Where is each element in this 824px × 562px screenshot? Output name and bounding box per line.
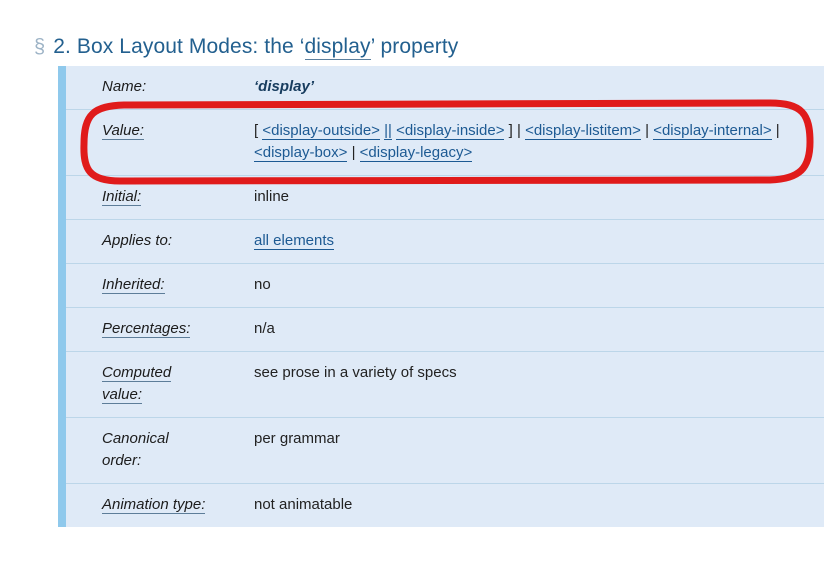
row-label-link[interactable]: Value:: [102, 122, 144, 140]
grammar-link-display-legacy[interactable]: <display-legacy>: [359, 144, 473, 162]
applies-to-link[interactable]: all elements: [254, 232, 335, 250]
heading-open-quote: ‘: [299, 35, 305, 59]
row-label-name: Name:: [66, 66, 212, 110]
grammar-link-display-internal[interactable]: <display-internal>: [653, 122, 772, 140]
grammar-link-display-box[interactable]: <display-box>: [254, 144, 348, 162]
property-definition-rows: Name: ‘display’ Value: [ <display-outsid…: [66, 66, 824, 527]
row-label-initial: Initial:: [66, 175, 212, 220]
page-title: § 2. Box Layout Modes: the ‘display’ prop…: [34, 33, 458, 61]
page-root: § 2. Box Layout Modes: the ‘display’ prop…: [0, 0, 824, 562]
table-row: Canonical order: per grammar: [66, 417, 824, 484]
heading-text-after: property: [374, 35, 459, 59]
row-label-applies-to: Applies to:: [66, 219, 212, 264]
row-label-computed-value: Computed value:: [66, 351, 212, 418]
grammar-combinator-double-bar[interactable]: ||: [384, 122, 392, 140]
row-label-text: Canonical order:: [102, 430, 169, 469]
property-name-value: ‘display’: [254, 78, 315, 95]
row-label-canonical-order: Canonical order:: [66, 417, 212, 484]
section-mark-icon[interactable]: §: [34, 36, 45, 58]
table-row: Name: ‘display’: [66, 66, 824, 110]
row-value-percentages: n/a: [212, 307, 824, 352]
row-label-text: Name:: [102, 78, 147, 95]
row-value-applies-to: all elements: [212, 219, 824, 264]
row-value-canonical-order: per grammar: [212, 417, 824, 484]
row-label-value: Value:: [66, 109, 212, 176]
row-value-animation-type: not animatable: [212, 483, 824, 527]
table-row: Initial: inline: [66, 175, 824, 220]
table-row: Inherited: no: [66, 263, 824, 308]
row-label-percentages: Percentages:: [66, 307, 212, 352]
row-label-link[interactable]: Initial:: [102, 188, 142, 206]
row-value-name: ‘display’: [212, 66, 824, 110]
grammar-combinator-bar-3: |: [775, 122, 780, 139]
row-label-text: Applies to:: [102, 232, 173, 249]
row-value-inherited: no: [212, 263, 824, 308]
grammar-combinator-bar-2: |: [645, 122, 650, 139]
row-label-link[interactable]: Percentages:: [102, 320, 191, 338]
row-label-animation-type: Animation type:: [66, 483, 212, 527]
heading-text-before: Box Layout Modes: the: [76, 35, 300, 59]
row-label-link[interactable]: Animation type:: [102, 496, 206, 514]
row-label-inherited: Inherited:: [66, 263, 212, 308]
grammar-link-display-inside[interactable]: <display-inside>: [396, 122, 505, 140]
grammar-token-4: ]: [508, 122, 513, 139]
table-row: Percentages: n/a: [66, 307, 824, 352]
table-row: Computed value: see prose in a variety o…: [66, 351, 824, 418]
grammar-link-display-listitem[interactable]: <display-listitem>: [525, 122, 641, 140]
grammar-combinator-bar-1: |: [516, 122, 521, 139]
table-row: Applies to: all elements: [66, 219, 824, 264]
table-row: Animation type: not animatable: [66, 483, 824, 527]
row-label-link[interactable]: Computed value:: [102, 364, 172, 404]
grammar-link-display-outside[interactable]: <display-outside>: [262, 122, 380, 140]
row-value-grammar: [ <display-outside> || <display-inside> …: [212, 109, 824, 176]
row-value-initial: inline: [212, 175, 824, 220]
heading-number: 2.: [53, 35, 71, 59]
row-label-link[interactable]: Inherited:: [102, 276, 165, 294]
row-value-computed-value: see prose in a variety of specs: [212, 351, 824, 418]
property-definition-table: Name: ‘display’ Value: [ <display-outsid…: [66, 66, 824, 527]
grammar-combinator-bar-4: |: [351, 144, 356, 161]
table-row: Value: [ <display-outside> || <display-i…: [66, 109, 824, 176]
grammar-token-0: [: [254, 122, 259, 139]
heading-property-link[interactable]: display: [304, 35, 371, 61]
property-definition-table-wrapper: Name: ‘display’ Value: [ <display-outsid…: [58, 66, 824, 527]
